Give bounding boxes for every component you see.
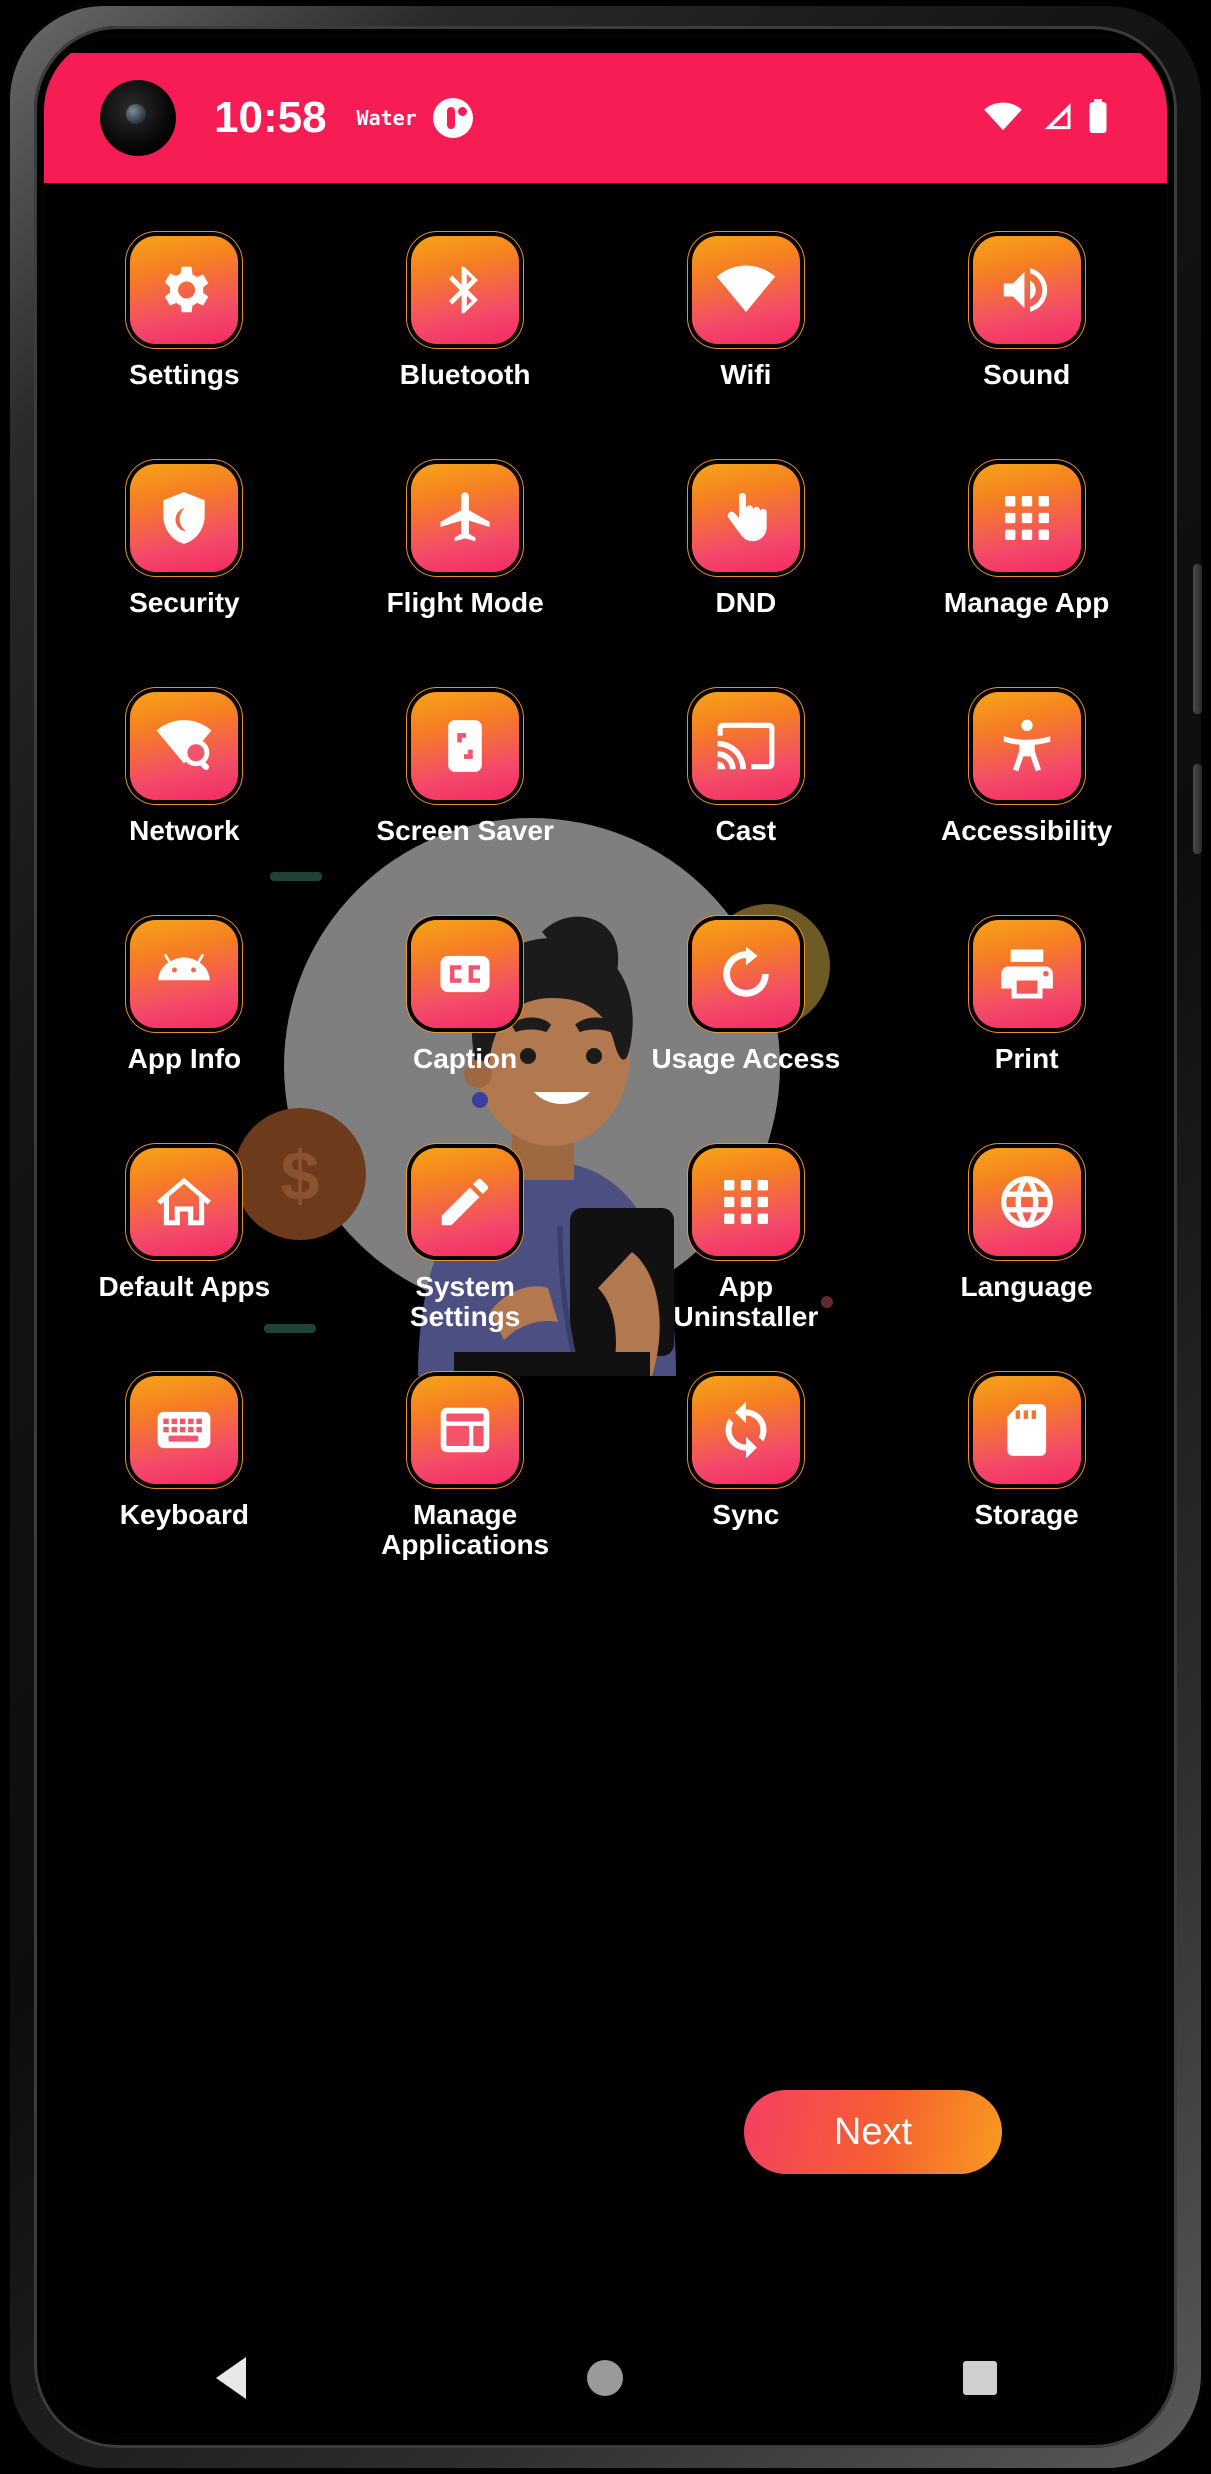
app-tile-label: Storage — [974, 1499, 1079, 1530]
app-tile-sync[interactable]: Sync — [606, 1376, 887, 1604]
front-camera-punch-hole — [100, 80, 176, 156]
app-tile-label: Accessibility — [941, 815, 1113, 846]
app-tile-label: Settings — [129, 359, 240, 390]
app-tile-bluetooth[interactable]: Bluetooth — [325, 236, 606, 464]
app-tile-label: Manage Applications — [381, 1499, 550, 1561]
app-tile-label: App Uninstaller — [673, 1271, 819, 1333]
keyboard-icon[interactable] — [130, 1376, 239, 1484]
power-button[interactable] — [1193, 764, 1202, 854]
pencil-edit-icon[interactable] — [411, 1148, 520, 1256]
speaker-volume-icon[interactable] — [972, 236, 1081, 344]
app-tile-keyboard[interactable]: Keyboard — [44, 1376, 325, 1604]
app-tile-accessibility[interactable]: Accessibility — [886, 692, 1167, 920]
status-bar: 10:58 Water — [44, 53, 1167, 183]
app-tile-label: Security — [129, 587, 240, 618]
wifi-icon[interactable] — [691, 236, 800, 344]
app-tile-cast[interactable]: Cast — [606, 692, 887, 920]
app-tile-manage-app[interactable]: Manage App — [886, 464, 1167, 692]
app-tile-system-settings[interactable]: System Settings — [325, 1148, 606, 1376]
app-tile-language[interactable]: Language — [886, 1148, 1167, 1376]
app-tile-screen-saver[interactable]: Screen Saver — [325, 692, 606, 920]
water-reminder-icon — [432, 98, 473, 138]
status-time: 10:58 — [214, 93, 327, 142]
app-tile-label: Default Apps — [98, 1271, 271, 1302]
app-tile-label: Keyboard — [119, 1499, 249, 1530]
app-tile-settings[interactable]: Settings — [44, 236, 325, 464]
app-tile-print[interactable]: Print — [886, 920, 1167, 1148]
refresh-circle-icon[interactable] — [691, 920, 800, 1028]
app-tile-label: Usage Access — [651, 1043, 841, 1074]
app-tile-label: Network — [129, 815, 240, 846]
status-indicators — [983, 98, 1109, 138]
app-tile-label: App Info — [127, 1043, 242, 1074]
bluetooth-icon[interactable] — [411, 236, 520, 344]
volume-button[interactable] — [1193, 564, 1202, 714]
gear-icon[interactable] — [130, 236, 239, 344]
app-tile-label: Screen Saver — [376, 815, 554, 846]
app-tile-label: Sound — [983, 359, 1071, 390]
wifi-icon — [983, 101, 1023, 136]
app-tile-label: Bluetooth — [399, 359, 531, 390]
layout-panels-icon[interactable] — [411, 1376, 520, 1484]
app-tile-security[interactable]: Security — [44, 464, 325, 692]
app-tile-label: Manage App — [943, 587, 1110, 618]
app-tile-label: Language — [960, 1271, 1093, 1302]
app-tile-storage[interactable]: Storage — [886, 1376, 1167, 1604]
android-robot-icon[interactable] — [130, 920, 239, 1028]
closed-caption-icon[interactable] — [411, 920, 520, 1028]
app-tile-label: System Settings — [409, 1271, 521, 1333]
raised-hand-icon[interactable] — [691, 464, 800, 572]
app-tile-sound[interactable]: Sound — [886, 236, 1167, 464]
app-tile-wifi[interactable]: Wifi — [606, 236, 887, 464]
settings-shortcut-grid: Settings Bluetooth Wifi Sound Security Flight… — [44, 236, 1167, 1604]
app-tile-caption[interactable]: Caption — [325, 920, 606, 1148]
airplane-icon[interactable] — [411, 464, 520, 572]
app-tile-label: Sync — [712, 1499, 780, 1530]
device-frame: 10:58 Water $ Settings Bluetooth Wifi So… — [8, 4, 1203, 2470]
printer-icon[interactable] — [972, 920, 1081, 1028]
back-triangle-icon[interactable] — [186, 2348, 276, 2408]
phone-screen: 10:58 Water $ Settings Bluetooth Wifi So… — [44, 36, 1167, 2438]
globe-icon[interactable] — [972, 1148, 1081, 1256]
accessibility-person-icon[interactable] — [972, 692, 1081, 800]
shield-moon-icon[interactable] — [130, 464, 239, 572]
app-tile-app-info[interactable]: App Info — [44, 920, 325, 1148]
app-tile-default-apps[interactable]: Default Apps — [44, 1148, 325, 1376]
next-button[interactable]: Next — [744, 2090, 1002, 2174]
cellular-signal-icon — [1037, 101, 1073, 136]
app-tile-manage-applications[interactable]: Manage Applications — [325, 1376, 606, 1604]
recents-square-icon[interactable] — [935, 2348, 1025, 2408]
android-navigation-bar — [44, 2318, 1167, 2438]
app-tile-network[interactable]: Network — [44, 692, 325, 920]
home-outline-icon[interactable] — [130, 1148, 239, 1256]
phone-fullscreen-icon[interactable] — [411, 692, 520, 800]
wifi-search-icon[interactable] — [130, 692, 239, 800]
app-tile-label: Caption — [413, 1043, 518, 1074]
app-tile-dnd[interactable]: DND — [606, 464, 887, 692]
app-tile-label: Cast — [715, 815, 777, 846]
sd-card-icon[interactable] — [972, 1376, 1081, 1484]
sync-arrows-icon[interactable] — [691, 1376, 800, 1484]
home-circle-icon[interactable] — [560, 2348, 650, 2408]
app-tile-flight-mode[interactable]: Flight Mode — [325, 464, 606, 692]
app-tile-label: Flight Mode — [386, 587, 544, 618]
app-tile-label: Wifi — [720, 359, 772, 390]
app-grid-icon[interactable] — [972, 464, 1081, 572]
cast-screen-icon[interactable] — [691, 692, 800, 800]
status-notification-app-name: Water — [356, 106, 417, 130]
app-tile-usage-access[interactable]: Usage Access — [606, 920, 887, 1148]
app-tile-label: Print — [994, 1043, 1059, 1074]
battery-full-icon — [1087, 98, 1109, 138]
app-grid-icon[interactable] — [691, 1148, 800, 1256]
app-tile-app-uninstaller[interactable]: App Uninstaller — [606, 1148, 887, 1376]
app-tile-label: DND — [715, 587, 777, 618]
